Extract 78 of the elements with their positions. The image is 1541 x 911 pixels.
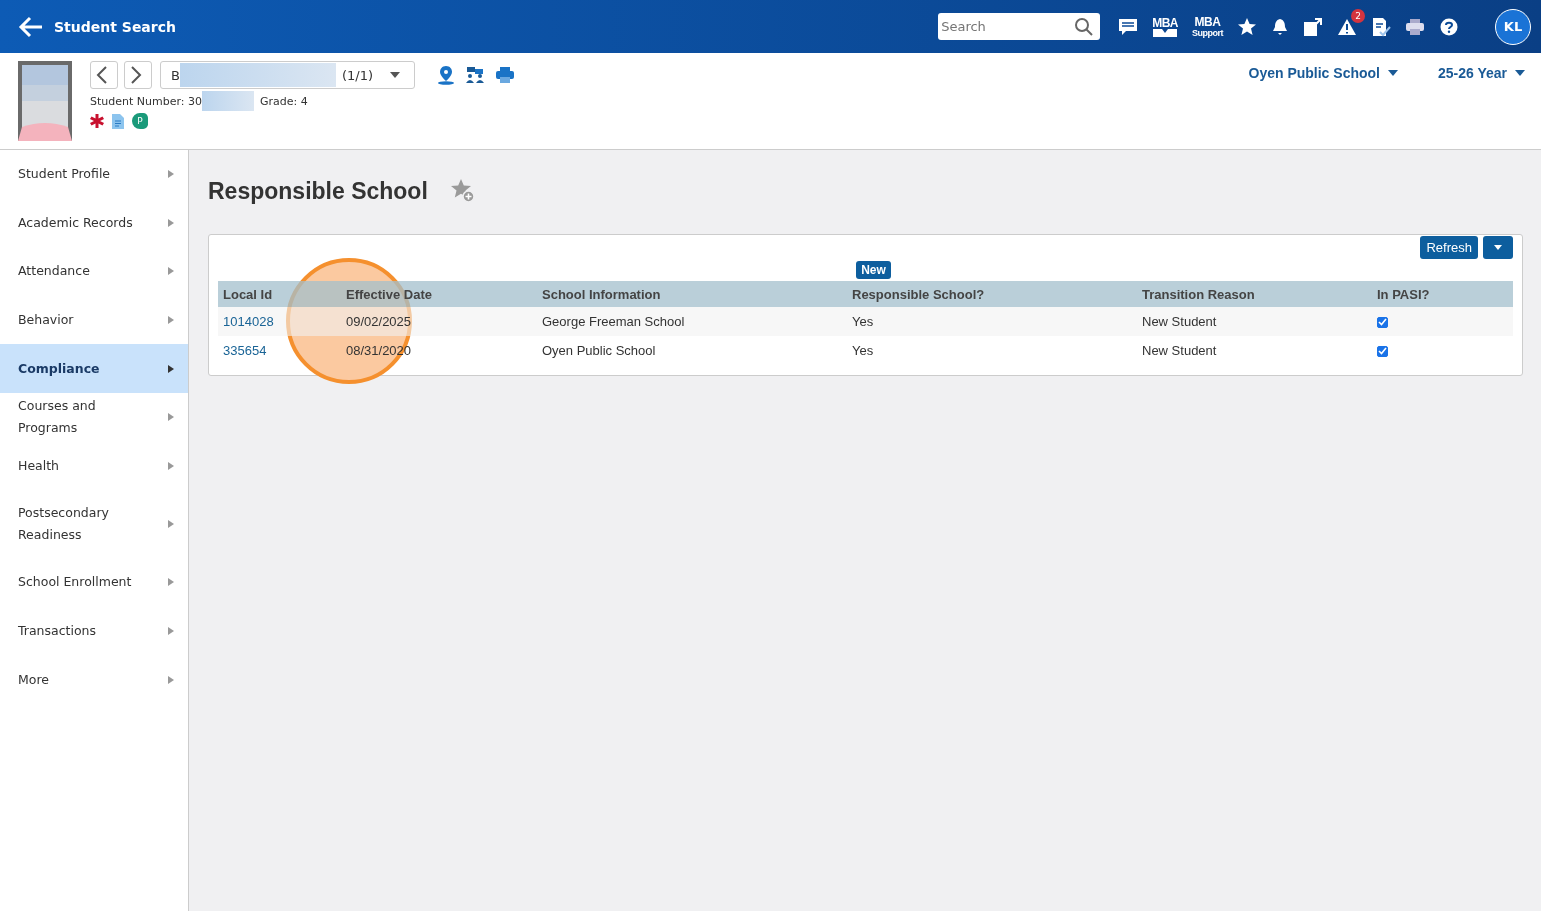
caret-icon (390, 72, 400, 78)
next-student-button[interactable] (124, 61, 152, 89)
table-cell: George Freeman School (542, 314, 685, 329)
program-flag[interactable]: P (132, 113, 148, 129)
caret-icon (168, 364, 174, 373)
caret-icon (168, 461, 174, 470)
caret-icon (168, 218, 174, 227)
page-title: Responsible School (208, 177, 428, 205)
table-cell: Yes (852, 314, 874, 329)
table-cell: Yes (852, 343, 874, 358)
table-cell: Oyen Public School (542, 343, 656, 358)
table-cell: 09/02/2025 (346, 314, 412, 329)
table-cell: New Student (1142, 314, 1217, 329)
column-header[interactable]: Effective Date (341, 281, 537, 307)
external-link-icon[interactable] (1303, 16, 1323, 37)
back-arrow-icon (18, 15, 44, 38)
document-icon[interactable] (112, 113, 124, 129)
column-header[interactable]: Local Id (218, 281, 341, 307)
column-header[interactable]: Responsible School? (847, 281, 1137, 307)
dropdown-button[interactable] (1483, 236, 1513, 259)
student-number: Student Number: 30 (90, 94, 202, 108)
message-icon[interactable] (1118, 17, 1139, 36)
sidebar-item[interactable]: Compliance (0, 344, 188, 393)
checklist-icon[interactable] (1371, 16, 1391, 37)
refresh-button[interactable]: Refresh (1420, 236, 1478, 259)
back-link[interactable]: Student Search (18, 15, 176, 38)
caret-icon (168, 170, 174, 179)
sidebar-item[interactable]: More (0, 655, 188, 704)
caret-icon (168, 627, 174, 636)
sidebar-item[interactable]: Behavior (0, 295, 188, 345)
user-avatar[interactable]: KL (1495, 8, 1531, 45)
caret-icon (168, 578, 174, 587)
redaction-block (202, 91, 254, 111)
caret-icon (168, 267, 174, 276)
student-selector[interactable]: B (1/1) (160, 61, 415, 89)
previous-student-button[interactable] (90, 61, 118, 89)
caret-icon (1515, 70, 1525, 76)
medical-icon[interactable] (90, 114, 104, 128)
search-icon (1074, 17, 1095, 37)
mba-support-button[interactable]: MBA Support (1192, 15, 1223, 38)
checkbox[interactable] (1377, 345, 1388, 357)
caret-icon (168, 316, 174, 325)
printer-icon[interactable] (495, 66, 515, 84)
location-pin-icon[interactable] (437, 65, 455, 85)
printer-icon[interactable] (1405, 17, 1425, 36)
sidebar-item[interactable]: School Enrollment (0, 558, 188, 607)
student-grade: Grade: 4 (260, 94, 308, 108)
mba-download-button[interactable]: MBA (1152, 16, 1178, 37)
help-icon[interactable] (1439, 16, 1459, 37)
sidebar-item[interactable]: Student Profile (0, 150, 188, 199)
local-id-link[interactable]: 335654 (223, 343, 267, 358)
caret-icon (1387, 70, 1398, 76)
column-header[interactable]: Transition Reason (1137, 281, 1372, 307)
caret-icon (168, 413, 174, 422)
bell-icon[interactable] (1271, 17, 1289, 36)
year-selector[interactable]: 25-26 Year (1437, 65, 1525, 81)
sidebar-item[interactable]: Academic Records (0, 198, 188, 248)
sidebar-item[interactable]: Courses and Programs (0, 392, 188, 442)
checkbox[interactable] (1377, 316, 1388, 328)
school-selector[interactable]: Oyen Public School (1248, 65, 1398, 81)
sidebar-item[interactable]: Attendance (0, 247, 188, 296)
search-field[interactable]: Search (938, 13, 1101, 40)
chevron-right-icon (130, 65, 142, 85)
notification-badge: 2 (1351, 8, 1365, 23)
caret-icon (1494, 245, 1502, 250)
column-header[interactable]: School Information (537, 281, 847, 307)
star-icon[interactable] (1237, 16, 1257, 37)
sidebar-item[interactable]: Postsecondary Readiness (0, 490, 188, 559)
chevron-left-icon (96, 65, 108, 85)
caret-icon (168, 520, 174, 529)
column-header[interactable]: In PASI? (1372, 281, 1513, 307)
caret-icon (168, 675, 174, 684)
sidebar-item[interactable]: Health (0, 441, 188, 491)
warning-icon[interactable] (1337, 17, 1357, 36)
new-button[interactable]: New (856, 261, 891, 279)
table-cell: New Student (1142, 343, 1217, 358)
sidebar-item[interactable]: Transactions (0, 606, 188, 656)
people-icon[interactable] (465, 66, 485, 84)
